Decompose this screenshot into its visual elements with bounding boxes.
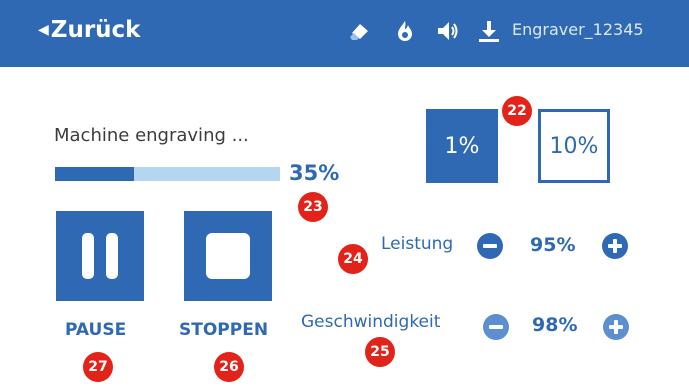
flame-icon[interactable]: [393, 18, 417, 44]
speed-label: Geschwindigkeit: [301, 312, 441, 332]
step-1-percent-button[interactable]: 1%: [426, 109, 498, 183]
progress-percent: 35%: [289, 161, 340, 185]
back-label: Zurück: [50, 17, 141, 43]
eraser-icon[interactable]: [348, 18, 372, 44]
speed-increase-button[interactable]: [603, 314, 629, 340]
top-bar: ◀ Zurück Engraver_12345: [0, 0, 689, 67]
plus-icon-vertical: [614, 320, 618, 334]
pause-label: PAUSE: [65, 320, 127, 340]
callout-marker-26: 26: [214, 352, 244, 382]
power-label: Leistung: [381, 234, 454, 254]
minus-icon: [483, 244, 497, 248]
back-arrow-icon: ◀: [38, 22, 49, 38]
download-icon[interactable]: [477, 18, 501, 44]
device-name: Engraver_12345: [512, 20, 644, 39]
callout-marker-22: 22: [502, 96, 532, 126]
pause-icon-bar: [106, 233, 118, 279]
callout-marker-27: 27: [83, 352, 113, 382]
plus-icon-vertical: [613, 239, 617, 253]
speed-value: 98%: [532, 314, 578, 336]
speed-decrease-button[interactable]: [483, 314, 509, 340]
stop-button[interactable]: [184, 211, 272, 301]
power-decrease-button[interactable]: [477, 233, 503, 259]
minus-icon: [489, 325, 503, 329]
step-10-percent-button[interactable]: 10%: [538, 109, 610, 183]
stop-icon: [206, 233, 250, 279]
stop-label: STOPPEN: [179, 320, 269, 340]
callout-marker-25: 25: [365, 337, 395, 367]
back-button[interactable]: ◀ Zurück: [38, 17, 140, 43]
pause-icon: [82, 233, 94, 279]
power-increase-button[interactable]: [602, 233, 628, 259]
callout-marker-23: 23: [298, 192, 328, 222]
progress-bar: [55, 167, 280, 181]
callout-marker-24: 24: [338, 244, 368, 274]
job-status: Machine engraving ...: [54, 125, 249, 146]
power-value: 95%: [530, 234, 576, 256]
progress-fill: [55, 167, 134, 181]
pause-button[interactable]: [56, 211, 144, 301]
speaker-icon[interactable]: [436, 18, 460, 44]
